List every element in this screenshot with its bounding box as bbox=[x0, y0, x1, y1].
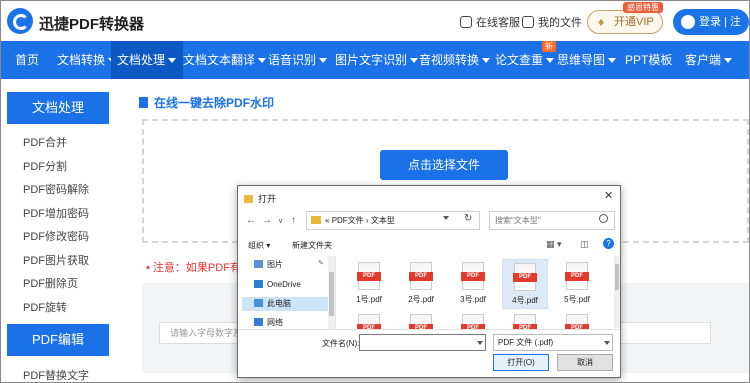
pdf-file-icon: PDF bbox=[409, 262, 433, 290]
nav-item-label: 音视频转换 bbox=[419, 53, 480, 67]
file-name: 1号.pdf bbox=[356, 295, 382, 304]
choose-file-button[interactable]: 点击选择文件 bbox=[380, 150, 508, 180]
nav-item-label: 语音识别 bbox=[268, 53, 317, 67]
sidebar-item-3[interactable]: PDF增加密码 bbox=[23, 205, 89, 221]
headset-icon bbox=[460, 16, 472, 28]
nav-item-label: 思维导图 bbox=[557, 53, 606, 67]
page-title: 在线一键去除PDF水印 bbox=[139, 94, 274, 111]
sidebar-section-doc-processing: 文档处理 bbox=[7, 92, 109, 124]
pdf-file-icon: PDF bbox=[461, 314, 485, 329]
nav-item-0[interactable]: 首页 bbox=[9, 41, 53, 79]
file-icon bbox=[522, 16, 534, 28]
nav-item-label: 文档转换 bbox=[57, 53, 106, 67]
sidebar-item-6[interactable]: PDF删除页 bbox=[23, 275, 78, 291]
main-nav: 首页 文档转换 文档处理 文档文本翻译 语音识别 图片文字识别 音视频转换 论文查重 思维导图 P… bbox=[1, 41, 749, 79]
secondary-input[interactable] bbox=[611, 322, 711, 344]
sidebar-item-1[interactable]: PDF分割 bbox=[23, 158, 67, 174]
caret-down-icon bbox=[724, 58, 733, 63]
nav-item-5[interactable]: 图片文字识别 bbox=[329, 41, 419, 79]
sidebar-item-5[interactable]: PDF图片获取 bbox=[23, 252, 89, 268]
logo-text[interactable]: 迅捷PDF转换器 bbox=[39, 13, 144, 34]
notice-text: • 注意：如果PDF有 bbox=[146, 262, 241, 274]
nav-item-label: 文档文本翻译 bbox=[183, 53, 256, 67]
file-item[interactable]: PDF 3号.pdf bbox=[450, 259, 496, 309]
file-item[interactable]: PDF bbox=[346, 311, 392, 329]
file-item[interactable]: PDF bbox=[502, 311, 548, 329]
sidebar-item-0[interactable]: PDF合并 bbox=[23, 134, 67, 150]
open-button[interactable]: 打开(O) bbox=[493, 354, 549, 371]
filename-input[interactable] bbox=[359, 334, 486, 351]
login-register-button[interactable]: 登录 | 注册 bbox=[673, 9, 749, 54]
pdf-file-icon: PDF bbox=[565, 262, 589, 290]
file-name: 3号.pdf bbox=[460, 295, 486, 304]
file-name: 5号.pdf bbox=[564, 295, 590, 304]
nav-item-label: 文档处理 bbox=[117, 53, 166, 67]
nav-item-2[interactable]: 文档处理 bbox=[111, 41, 183, 79]
logo-icon[interactable] bbox=[7, 8, 33, 34]
sidebar-item-7[interactable]: PDF旋转 bbox=[23, 299, 67, 315]
nav-item-8[interactable]: 思维导图 bbox=[551, 41, 625, 79]
file-item[interactable]: PDF bbox=[398, 311, 444, 329]
nav-item-label: 论文查重 bbox=[495, 53, 544, 67]
caret-down-icon bbox=[168, 58, 177, 63]
file-item[interactable]: PDF 4号.pdf bbox=[502, 259, 548, 309]
pdf-file-icon: PDF bbox=[409, 314, 433, 329]
nav-item-label: 图片文字识别 bbox=[335, 53, 408, 67]
my-files-link[interactable]: 我的文件 bbox=[522, 14, 582, 30]
pdf-label: PDF bbox=[357, 272, 381, 281]
pdf-label: PDF bbox=[409, 272, 433, 281]
pdf-label: PDF bbox=[565, 272, 589, 281]
password-input[interactable]: 请输入字母数字及 bbox=[159, 322, 249, 344]
file-name: 2号.pdf bbox=[408, 295, 434, 304]
pdf-file-icon: PDF bbox=[461, 262, 485, 290]
nav-item-6[interactable]: 音视频转换 bbox=[413, 41, 495, 79]
top-header: 迅捷PDF转换器 在线客服 我的文件 开通VIP 感恩特惠 登录 | 注册 bbox=[1, 1, 749, 54]
filetype-dropdown-icon[interactable] bbox=[604, 341, 610, 345]
new-badge: 新 bbox=[542, 41, 556, 52]
open-file-dialog: 打开 ✕ ← → ∨ ↑ « PDF文件 › 文本型 ↻ 搜索"文本型" 组织 … bbox=[237, 185, 621, 378]
pdf-file-icon: PDF bbox=[513, 263, 537, 291]
sidebar-item-pdf-replace-text[interactable]: PDF替换文字 bbox=[23, 367, 89, 382]
filetype-select[interactable]: PDF 文件 (.pdf) bbox=[493, 334, 613, 351]
nav-item-10[interactable]: 客户端 bbox=[679, 41, 749, 79]
file-list-scrollbar[interactable] bbox=[614, 256, 620, 328]
nav-item-9[interactable]: PPT模板 bbox=[619, 41, 683, 79]
pdf-file-icon: PDF bbox=[357, 314, 381, 329]
filename-label: 文件名(N): bbox=[322, 339, 360, 348]
filename-dropdown-icon[interactable] bbox=[477, 341, 483, 345]
nav-item-1[interactable]: 文档转换 bbox=[51, 41, 117, 79]
nav-item-4[interactable]: 语音识别 bbox=[262, 41, 336, 79]
pdf-label: PDF bbox=[461, 272, 485, 281]
file-item[interactable]: PDF 5号.pdf bbox=[554, 259, 600, 309]
pdf-label: PDF bbox=[513, 273, 537, 282]
pdf-file-icon: PDF bbox=[565, 314, 589, 329]
file-name: 4号.pdf bbox=[512, 296, 538, 305]
vip-promo-badge: 感恩特惠 bbox=[623, 2, 663, 13]
caret-down-icon bbox=[319, 58, 328, 63]
caret-down-icon bbox=[608, 58, 617, 63]
vip-button[interactable]: 开通VIP bbox=[587, 10, 663, 34]
sidebar-item-2[interactable]: PDF密码解除 bbox=[23, 181, 89, 197]
nav-item-label: 客户端 bbox=[685, 53, 722, 67]
file-item[interactable]: PDF 2号.pdf bbox=[398, 259, 444, 309]
pdf-file-icon: PDF bbox=[513, 314, 537, 329]
file-item[interactable]: PDF bbox=[450, 311, 496, 329]
cancel-button[interactable]: 取消 bbox=[557, 354, 613, 371]
browser-frame: 迅捷PDF转换器 在线客服 我的文件 开通VIP 感恩特惠 登录 | 注册 首页… bbox=[0, 0, 750, 383]
nav-item-3[interactable]: 文档文本翻译 bbox=[177, 41, 269, 79]
file-item[interactable]: PDF bbox=[554, 311, 600, 329]
sidebar-item-4[interactable]: PDF修改密码 bbox=[23, 228, 89, 244]
divider bbox=[238, 329, 620, 330]
document-icon bbox=[139, 97, 148, 108]
pdf-file-icon: PDF bbox=[357, 262, 381, 290]
nav-item-label: 首页 bbox=[15, 53, 40, 67]
sidebar-section-pdf-edit: PDF编辑 bbox=[7, 324, 109, 356]
file-item[interactable]: PDF 1号.pdf bbox=[346, 259, 392, 309]
support-link[interactable]: 在线客服 bbox=[460, 14, 520, 30]
nav-item-label: PPT模板 bbox=[625, 53, 673, 67]
